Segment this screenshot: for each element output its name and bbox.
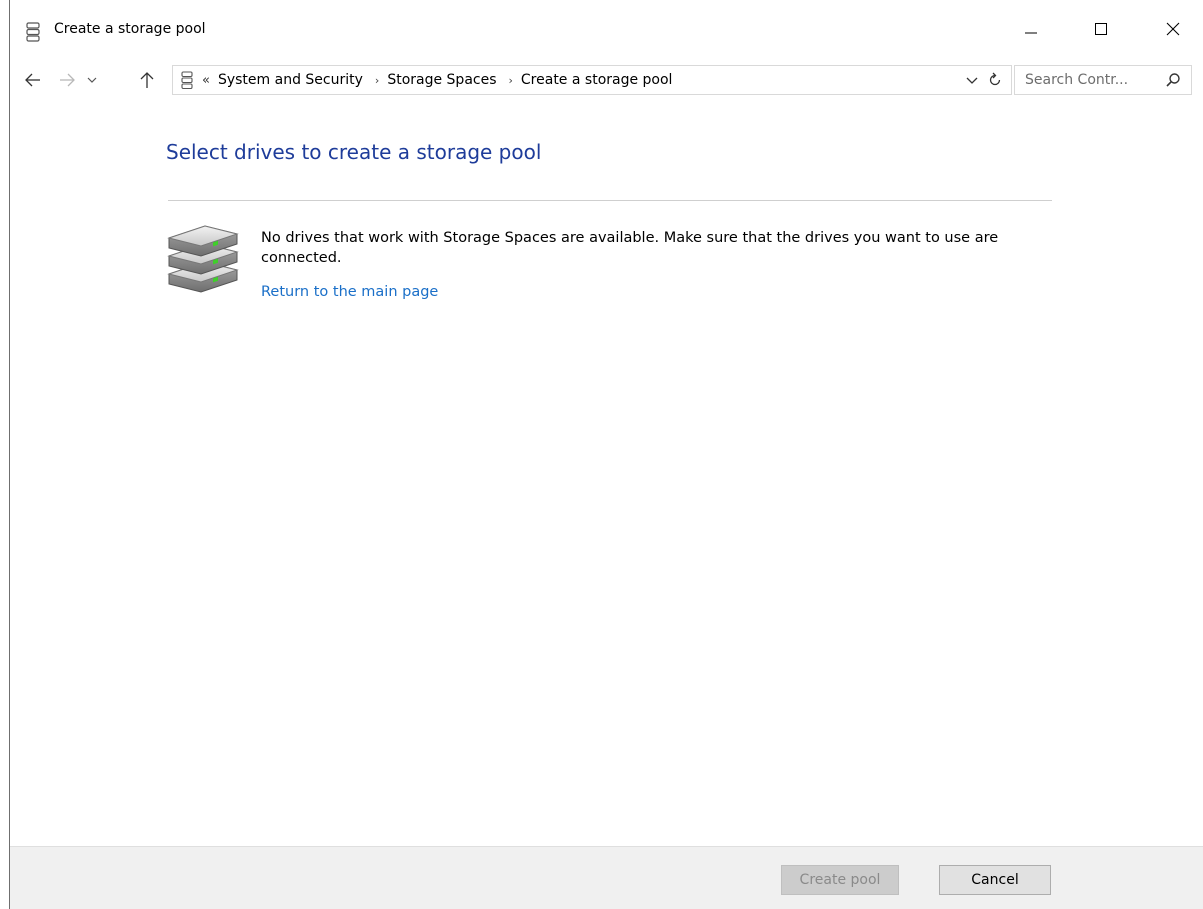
window-title: Create a storage pool: [54, 21, 206, 37]
close-button[interactable]: [1150, 4, 1196, 54]
breadcrumb-separator[interactable]: ›: [509, 74, 513, 87]
arrow-right-icon: [60, 73, 75, 87]
back-button[interactable]: [20, 66, 46, 94]
page-title: Select drives to create a storage pool: [166, 140, 542, 164]
search-icon[interactable]: [1165, 72, 1181, 88]
address-bar[interactable]: « System and Security › Storage Spaces ›…: [172, 65, 1012, 95]
return-to-main-page-link[interactable]: Return to the main page: [261, 284, 438, 300]
create-pool-button[interactable]: Create pool: [781, 865, 899, 895]
chevron-down-icon: [87, 77, 97, 83]
maximize-button[interactable]: [1078, 4, 1124, 54]
search-input[interactable]: [1025, 72, 1165, 88]
arrow-up-icon: [140, 72, 154, 88]
maximize-icon: [1095, 23, 1107, 35]
recent-locations-button[interactable]: [84, 66, 100, 94]
navigation-bar: « System and Security › Storage Spaces ›…: [10, 62, 1203, 98]
no-drives-message: No drives that work with Storage Spaces …: [261, 230, 999, 266]
breadcrumb-separator[interactable]: ›: [375, 74, 379, 87]
search-box[interactable]: [1014, 65, 1192, 95]
refresh-icon[interactable]: [987, 71, 1003, 89]
footer-bar: Create pool Cancel: [10, 846, 1203, 909]
cancel-button[interactable]: Cancel: [939, 865, 1051, 895]
title-bar[interactable]: Create a storage pool: [10, 0, 1203, 62]
arrow-left-icon: [25, 73, 40, 87]
breadcrumb-overflow[interactable]: «: [202, 73, 210, 88]
up-button[interactable]: [136, 66, 158, 94]
divider: [168, 200, 1052, 201]
forward-button[interactable]: [54, 66, 80, 94]
breadcrumb-storage-spaces[interactable]: Storage Spaces: [387, 72, 496, 88]
breadcrumb-create-a-storage-pool[interactable]: Create a storage pool: [521, 72, 673, 88]
minimize-button[interactable]: [1008, 4, 1054, 54]
create-storage-pool-window: Create a storage pool « System and Secur…: [9, 0, 1203, 909]
close-icon: [1166, 22, 1180, 36]
breadcrumb-system-and-security[interactable]: System and Security: [218, 72, 363, 88]
storage-pool-icon: [26, 22, 40, 42]
chevron-down-icon[interactable]: [965, 72, 979, 88]
storage-pool-icon: [181, 71, 193, 89]
stacked-drives-icon: [167, 225, 239, 293]
minimize-icon: [1025, 32, 1037, 34]
